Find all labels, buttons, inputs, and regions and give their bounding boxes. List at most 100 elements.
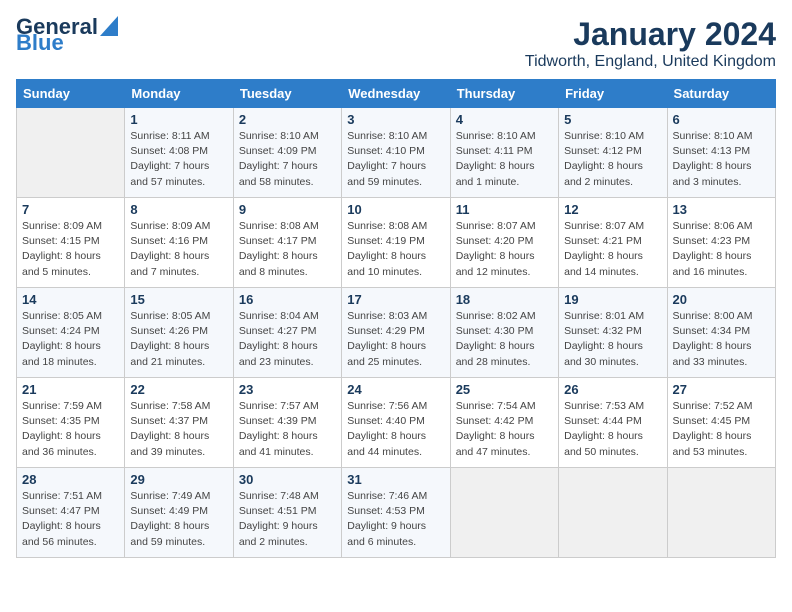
day-number: 28: [22, 472, 119, 487]
day-info: Sunrise: 8:05 AM Sunset: 4:26 PM Dayligh…: [130, 309, 227, 370]
day-info: Sunrise: 8:01 AM Sunset: 4:32 PM Dayligh…: [564, 309, 661, 370]
calendar-cell: 17 Sunrise: 8:03 AM Sunset: 4:29 PM Dayli…: [342, 288, 450, 378]
day-number: 16: [239, 292, 336, 307]
title-block: January 2024 Tidworth, England, United K…: [525, 16, 776, 71]
day-number: 31: [347, 472, 444, 487]
page-header: General Blue January 2024 Tidworth, Engl…: [16, 16, 776, 71]
header-tuesday: Tuesday: [233, 80, 341, 108]
day-info: Sunrise: 7:48 AM Sunset: 4:51 PM Dayligh…: [239, 489, 336, 550]
calendar-cell: 14Sunrise: 8:05 AM Sunset: 4:24 PM Dayli…: [17, 288, 125, 378]
day-number: 7: [22, 202, 119, 217]
day-info: Sunrise: 7:58 AM Sunset: 4:37 PM Dayligh…: [130, 399, 227, 460]
calendar-cell: 13Sunrise: 8:06 AM Sunset: 4:23 PM Dayli…: [667, 198, 775, 288]
day-number: 27: [673, 382, 770, 397]
header-friday: Friday: [559, 80, 667, 108]
calendar-cell: 11 Sunrise: 8:07 AM Sunset: 4:20 PM Dayli…: [450, 198, 558, 288]
calendar-cell: 31Sunrise: 7:46 AM Sunset: 4:53 PM Dayli…: [342, 468, 450, 558]
calendar-cell: 30Sunrise: 7:48 AM Sunset: 4:51 PM Dayli…: [233, 468, 341, 558]
day-info: Sunrise: 8:10 AM Sunset: 4:11 PM Dayligh…: [456, 129, 553, 190]
calendar-table: SundayMondayTuesdayWednesdayThursdayFrid…: [16, 79, 776, 558]
calendar-cell: 6 Sunrise: 8:10 AM Sunset: 4:13 PM Daylig…: [667, 108, 775, 198]
calendar-cell: 29 Sunrise: 7:49 AM Sunset: 4:49 PM Dayli…: [125, 468, 233, 558]
calendar-cell: 2 Sunrise: 8:10 AM Sunset: 4:09 PM Daylig…: [233, 108, 341, 198]
day-number: 4: [456, 112, 553, 127]
location-title: Tidworth, England, United Kingdom: [525, 53, 776, 71]
day-number: 21: [22, 382, 119, 397]
day-info: Sunrise: 7:59 AM Sunset: 4:35 PM Dayligh…: [22, 399, 119, 460]
logo-text-blue: Blue: [16, 32, 64, 54]
day-number: 23: [239, 382, 336, 397]
day-info: Sunrise: 7:56 AM Sunset: 4:40 PM Dayligh…: [347, 399, 444, 460]
day-info: Sunrise: 8:11 AM Sunset: 4:08 PM Dayligh…: [130, 129, 227, 190]
day-info: Sunrise: 7:52 AM Sunset: 4:45 PM Dayligh…: [673, 399, 770, 460]
logo: General Blue: [16, 16, 118, 54]
day-info: Sunrise: 7:53 AM Sunset: 4:44 PM Dayligh…: [564, 399, 661, 460]
day-info: Sunrise: 8:08 AM Sunset: 4:19 PM Dayligh…: [347, 219, 444, 280]
calendar-cell: 21 Sunrise: 7:59 AM Sunset: 4:35 PM Dayli…: [17, 378, 125, 468]
calendar-cell: 16Sunrise: 8:04 AM Sunset: 4:27 PM Dayli…: [233, 288, 341, 378]
day-info: Sunrise: 8:09 AM Sunset: 4:15 PM Dayligh…: [22, 219, 119, 280]
day-number: 12: [564, 202, 661, 217]
calendar-cell: 24 Sunrise: 7:56 AM Sunset: 4:40 PM Dayli…: [342, 378, 450, 468]
day-info: Sunrise: 8:05 AM Sunset: 4:24 PM Dayligh…: [22, 309, 119, 370]
calendar-cell: 19 Sunrise: 8:01 AM Sunset: 4:32 PM Dayli…: [559, 288, 667, 378]
day-info: Sunrise: 8:07 AM Sunset: 4:21 PM Dayligh…: [564, 219, 661, 280]
logo-triangle-icon: [100, 16, 118, 36]
calendar-week-row: 1Sunrise: 8:11 AM Sunset: 4:08 PM Daylig…: [17, 108, 776, 198]
day-info: Sunrise: 8:03 AM Sunset: 4:29 PM Dayligh…: [347, 309, 444, 370]
calendar-cell: 9 Sunrise: 8:08 AM Sunset: 4:17 PM Daylig…: [233, 198, 341, 288]
day-info: Sunrise: 7:51 AM Sunset: 4:47 PM Dayligh…: [22, 489, 119, 550]
calendar-cell: 4 Sunrise: 8:10 AM Sunset: 4:11 PM Daylig…: [450, 108, 558, 198]
day-number: 13: [673, 202, 770, 217]
day-number: 9: [239, 202, 336, 217]
day-number: 25: [456, 382, 553, 397]
calendar-cell: 1Sunrise: 8:11 AM Sunset: 4:08 PM Daylig…: [125, 108, 233, 198]
header-saturday: Saturday: [667, 80, 775, 108]
day-number: 2: [239, 112, 336, 127]
month-title: January 2024: [525, 16, 776, 53]
day-info: Sunrise: 8:02 AM Sunset: 4:30 PM Dayligh…: [456, 309, 553, 370]
calendar-cell: 26 Sunrise: 7:53 AM Sunset: 4:44 PM Dayli…: [559, 378, 667, 468]
day-info: Sunrise: 8:09 AM Sunset: 4:16 PM Dayligh…: [130, 219, 227, 280]
day-info: Sunrise: 8:10 AM Sunset: 4:13 PM Dayligh…: [673, 129, 770, 190]
day-number: 5: [564, 112, 661, 127]
calendar-cell: 27 Sunrise: 7:52 AM Sunset: 4:45 PM Dayli…: [667, 378, 775, 468]
day-info: Sunrise: 8:10 AM Sunset: 4:12 PM Dayligh…: [564, 129, 661, 190]
day-number: 29: [130, 472, 227, 487]
calendar-cell: [450, 468, 558, 558]
calendar-cell: 20Sunrise: 8:00 AM Sunset: 4:34 PM Dayli…: [667, 288, 775, 378]
calendar-header-row: SundayMondayTuesdayWednesdayThursdayFrid…: [17, 80, 776, 108]
calendar-cell: 8 Sunrise: 8:09 AM Sunset: 4:16 PM Daylig…: [125, 198, 233, 288]
day-number: 24: [347, 382, 444, 397]
day-info: Sunrise: 8:08 AM Sunset: 4:17 PM Dayligh…: [239, 219, 336, 280]
day-info: Sunrise: 7:54 AM Sunset: 4:42 PM Dayligh…: [456, 399, 553, 460]
calendar-cell: 22Sunrise: 7:58 AM Sunset: 4:37 PM Dayli…: [125, 378, 233, 468]
day-number: 17: [347, 292, 444, 307]
day-number: 6: [673, 112, 770, 127]
calendar-cell: 3 Sunrise: 8:10 AM Sunset: 4:10 PM Daylig…: [342, 108, 450, 198]
calendar-week-row: 7 Sunrise: 8:09 AM Sunset: 4:15 PM Daylig…: [17, 198, 776, 288]
day-info: Sunrise: 8:10 AM Sunset: 4:10 PM Dayligh…: [347, 129, 444, 190]
calendar-cell: 28 Sunrise: 7:51 AM Sunset: 4:47 PM Dayli…: [17, 468, 125, 558]
calendar-cell: 23 Sunrise: 7:57 AM Sunset: 4:39 PM Dayli…: [233, 378, 341, 468]
day-number: 19: [564, 292, 661, 307]
day-number: 26: [564, 382, 661, 397]
day-number: 11: [456, 202, 553, 217]
day-info: Sunrise: 8:10 AM Sunset: 4:09 PM Dayligh…: [239, 129, 336, 190]
day-info: Sunrise: 7:49 AM Sunset: 4:49 PM Dayligh…: [130, 489, 227, 550]
header-monday: Monday: [125, 80, 233, 108]
calendar-week-row: 28 Sunrise: 7:51 AM Sunset: 4:47 PM Dayli…: [17, 468, 776, 558]
day-info: Sunrise: 8:07 AM Sunset: 4:20 PM Dayligh…: [456, 219, 553, 280]
header-sunday: Sunday: [17, 80, 125, 108]
day-number: 10: [347, 202, 444, 217]
day-number: 8: [130, 202, 227, 217]
header-thursday: Thursday: [450, 80, 558, 108]
day-number: 3: [347, 112, 444, 127]
day-info: Sunrise: 7:57 AM Sunset: 4:39 PM Dayligh…: [239, 399, 336, 460]
day-number: 18: [456, 292, 553, 307]
day-info: Sunrise: 8:00 AM Sunset: 4:34 PM Dayligh…: [673, 309, 770, 370]
calendar-cell: 18 Sunrise: 8:02 AM Sunset: 4:30 PM Dayli…: [450, 288, 558, 378]
calendar-week-row: 21 Sunrise: 7:59 AM Sunset: 4:35 PM Dayli…: [17, 378, 776, 468]
calendar-cell: 25 Sunrise: 7:54 AM Sunset: 4:42 PM Dayli…: [450, 378, 558, 468]
calendar-cell: [667, 468, 775, 558]
